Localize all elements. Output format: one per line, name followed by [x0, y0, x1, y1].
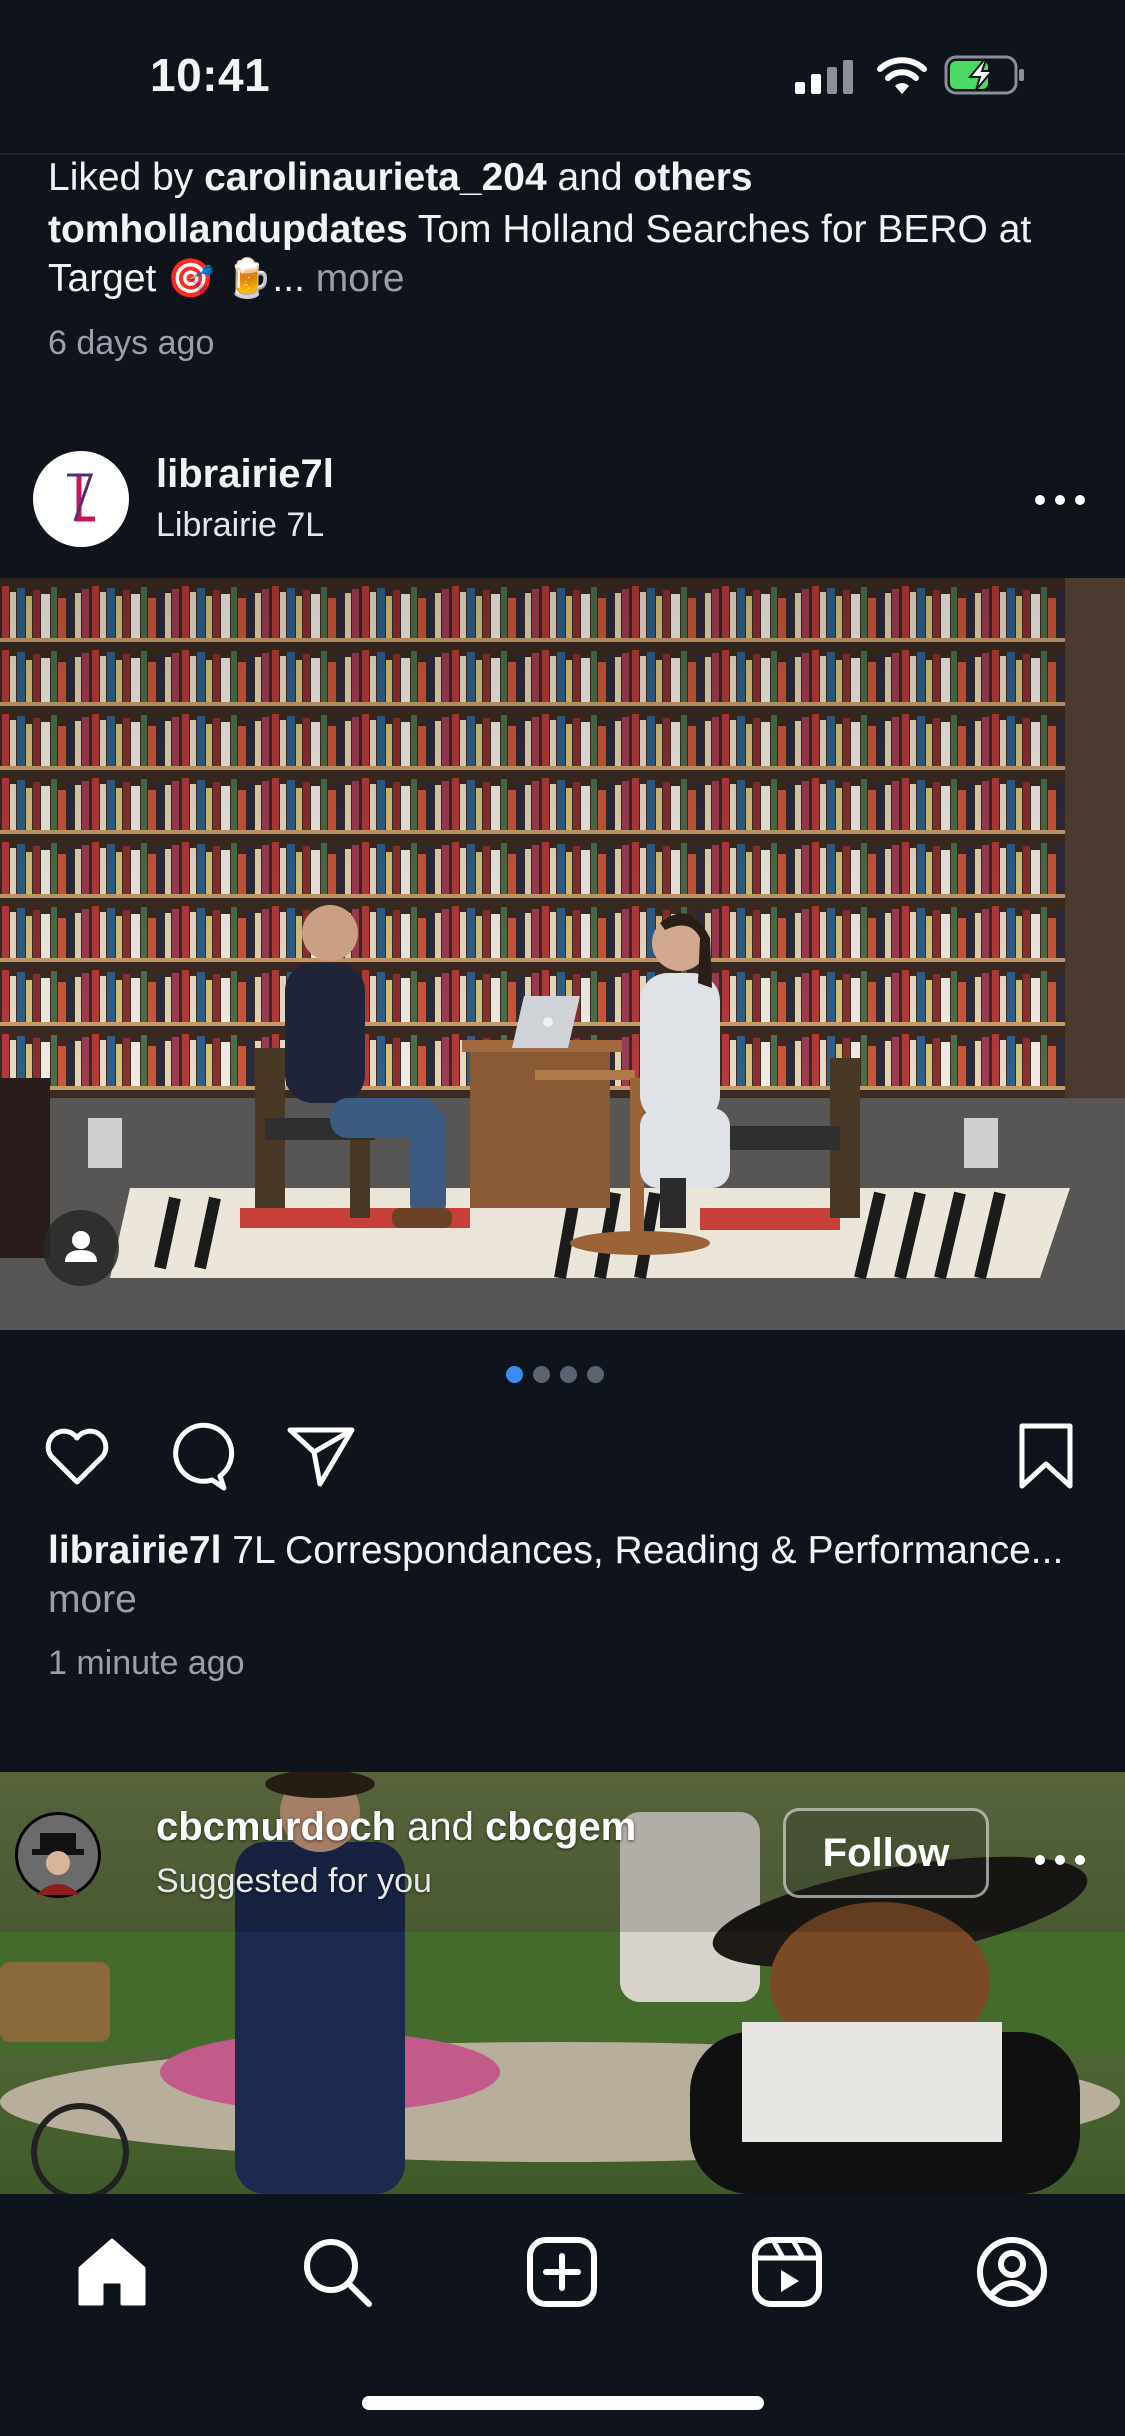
post-caption: librairie7l 7L Correspondances, Reading …	[48, 1526, 1088, 1624]
create-icon[interactable]	[522, 2232, 602, 2312]
caption-text: 7L Correspondances, Reading & Performanc…	[221, 1529, 1064, 1572]
caption-ellipsis: ...	[272, 257, 316, 300]
profile-icon[interactable]	[972, 2232, 1052, 2312]
caption-emojis: 🎯 🍺	[167, 258, 273, 300]
heart-icon[interactable]	[39, 1418, 115, 1494]
paper-plane-icon[interactable]	[282, 1418, 358, 1494]
person-icon	[65, 1231, 97, 1262]
comment-icon[interactable]	[160, 1418, 236, 1494]
caption-username-link[interactable]: tomhollandupdates	[48, 208, 408, 251]
home-icon[interactable]	[72, 2232, 152, 2312]
suggested-user-1-link[interactable]: cbcmurdoch	[156, 1805, 396, 1849]
carousel-dot-active	[506, 1366, 523, 1383]
carousel-indicator	[506, 1366, 604, 1383]
suggested-and: and	[396, 1805, 486, 1849]
caption-username-link[interactable]: librairie7l	[48, 1529, 221, 1572]
signal-icon	[795, 60, 853, 94]
tagged-people-button[interactable]	[43, 1210, 119, 1286]
liked-prefix: Liked by	[48, 156, 205, 199]
search-icon[interactable]	[297, 2232, 377, 2312]
suggested-for-you-label: Suggested for you	[156, 1862, 432, 1900]
more-options-icon[interactable]	[1030, 1840, 1090, 1880]
librairie-logo-icon	[67, 473, 95, 522]
status-time: 10:41	[150, 49, 271, 101]
previous-post-timestamp: 6 days ago	[48, 324, 215, 362]
more-options-icon[interactable]	[1030, 480, 1090, 520]
suggested-accounts: cbcmurdoch and cbcgem	[156, 1805, 636, 1850]
avatar-logo	[33, 451, 129, 547]
liked-and: and	[546, 156, 634, 199]
liked-by-line: Liked by carolinaurieta_204 and others	[48, 153, 1088, 202]
follow-button[interactable]: Follow	[783, 1808, 989, 1898]
suggested-user-2-link[interactable]: cbcgem	[485, 1805, 636, 1849]
suggested-avatar[interactable]	[15, 1812, 101, 1898]
reels-icon[interactable]	[747, 2232, 827, 2312]
post-timestamp: 1 minute ago	[48, 1644, 245, 1682]
bookmark-icon[interactable]	[1008, 1418, 1084, 1494]
carousel-dot	[560, 1366, 577, 1383]
liked-user-link[interactable]: carolinaurieta_204	[204, 156, 547, 199]
home-indicator	[362, 2396, 764, 2410]
caption-more-link[interactable]: more	[316, 257, 405, 300]
previous-caption: tomhollandupdates Tom Holland Searches f…	[48, 205, 1088, 304]
wifi-icon	[877, 57, 927, 94]
post-image[interactable]	[0, 578, 1125, 1330]
liked-others-link[interactable]: others	[633, 156, 752, 199]
carousel-dot	[533, 1366, 550, 1383]
suggested-avatar-image	[18, 1815, 98, 1895]
post-username[interactable]: librairie7l	[156, 452, 334, 497]
post-location[interactable]: Librairie 7L	[156, 506, 324, 545]
caption-more-link[interactable]: more	[48, 1578, 137, 1621]
carousel-dot	[587, 1366, 604, 1383]
battery-charging-icon	[944, 55, 1024, 95]
